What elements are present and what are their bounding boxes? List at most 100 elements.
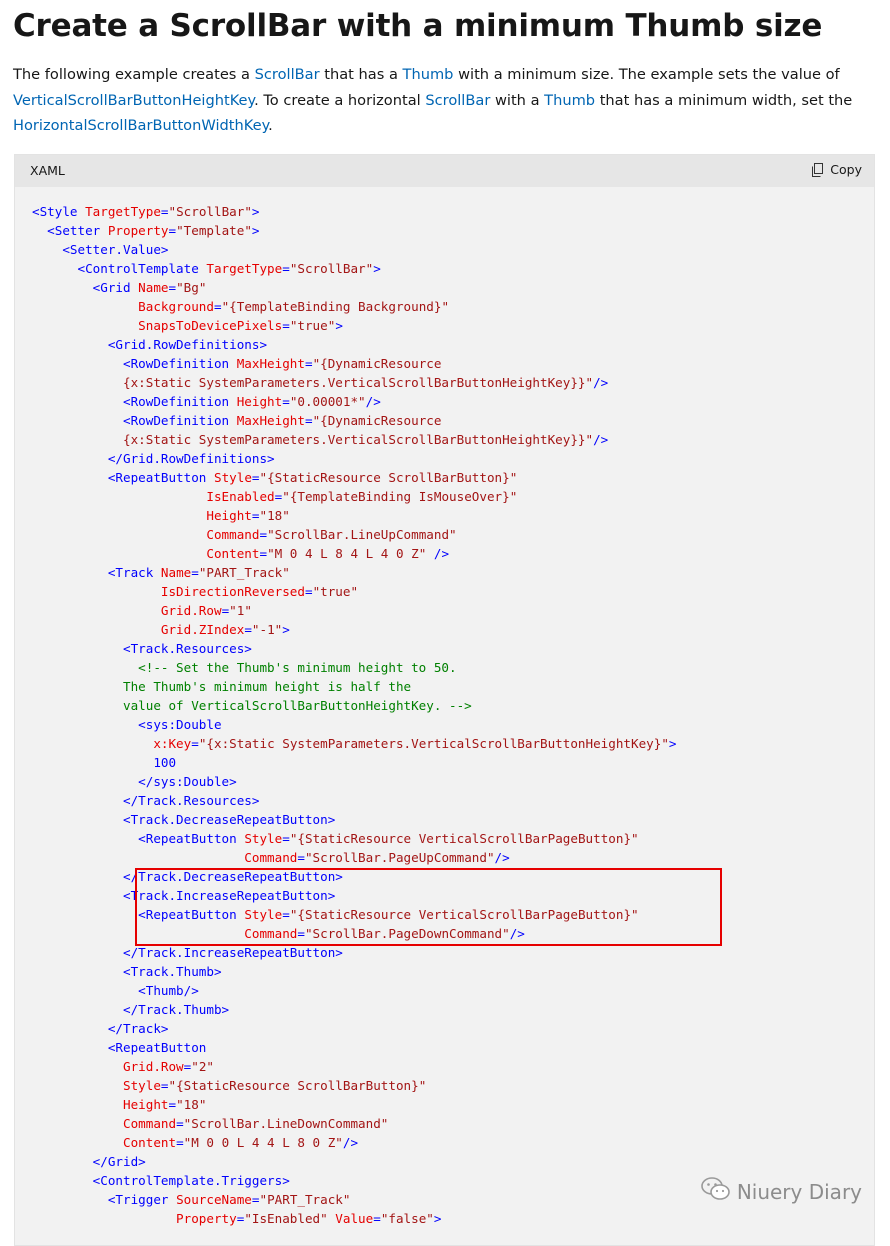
- link-scrollbar[interactable]: ScrollBar: [425, 92, 490, 109]
- code-token: MaxHeight: [236, 413, 305, 428]
- description: The following example creates a ScrollBa…: [13, 62, 873, 139]
- code-line: <RowDefinition MaxHeight="{DynamicResour…: [32, 354, 677, 373]
- code-token: =: [282, 318, 290, 333]
- code-line: <Track.Resources>: [32, 639, 677, 658]
- code-token: </Grid>: [32, 1154, 146, 1169]
- code-token: "Template": [176, 223, 252, 238]
- code-token: <ControlTemplate.Triggers>: [32, 1173, 290, 1188]
- code-token: =: [191, 565, 199, 580]
- code-token: Grid.Row: [32, 603, 222, 618]
- code-line: </sys:Double>: [32, 772, 677, 791]
- code-token: Property: [32, 1211, 237, 1226]
- code-line: Content="M 0 0 L 4 4 L 8 0 Z"/>: [32, 1133, 677, 1152]
- code-token: "2": [191, 1059, 214, 1074]
- code-token: "-1": [251, 622, 283, 637]
- code-line: <Track.DecreaseRepeatButton>: [32, 810, 677, 829]
- code-token: </sys:Double>: [32, 774, 237, 789]
- code-token: =: [168, 1097, 177, 1112]
- code-line: Property="IsEnabled" Value="false">: [32, 1209, 677, 1228]
- link-thumb[interactable]: Thumb: [403, 66, 454, 83]
- link-horizontal-scrollbar-button-width-key[interactable]: HorizontalScrollBarButtonWidthKey: [13, 117, 268, 134]
- code-token: Style: [32, 1078, 161, 1093]
- code-line: Command="ScrollBar.PageUpCommand"/>: [32, 848, 677, 867]
- code-token: >: [251, 223, 260, 238]
- code-line: IsDirectionReversed="true": [32, 582, 677, 601]
- code-token: =: [282, 261, 290, 276]
- code-token: =: [259, 527, 268, 542]
- code-token: "{TemplateBinding Background}": [221, 299, 450, 314]
- code-token: =: [176, 1116, 184, 1131]
- code-line: </Grid.RowDefinitions>: [32, 449, 677, 468]
- link-vertical-scrollbar-button-height-key[interactable]: VerticalScrollBarButtonHeightKey: [13, 92, 254, 109]
- code-token: "M 0 4 L 8 4 L 4 0 Z": [267, 546, 427, 561]
- code-line: {x:Static SystemParameters.VerticalScrol…: [32, 373, 677, 392]
- code-token: "ScrollBar.LineDownCommand": [183, 1116, 389, 1131]
- code-token: </Grid.RowDefinitions>: [32, 451, 275, 466]
- code-token: "M 0 0 L 4 4 L 8 0 Z": [183, 1135, 343, 1150]
- code-token: Style: [213, 470, 252, 485]
- code-token: </Track.Resources>: [32, 793, 260, 808]
- code-token: >: [251, 204, 260, 219]
- code-line: <sys:Double: [32, 715, 677, 734]
- code-token: <Thumb/>: [32, 983, 199, 998]
- code-token: The Thumb's minimum height is half the: [32, 679, 412, 694]
- link-thumb[interactable]: Thumb: [544, 92, 595, 109]
- code-line: </Track>: [32, 1019, 677, 1038]
- code-token: Property: [107, 223, 169, 238]
- code-token: <Track.Thumb>: [32, 964, 222, 979]
- code-line: <Track Name="PART_Track": [32, 563, 677, 582]
- copy-button[interactable]: Copy: [811, 162, 862, 177]
- code-line: </Grid>: [32, 1152, 677, 1171]
- code-line: <Track.Thumb>: [32, 962, 677, 981]
- code-token: SourceName: [176, 1192, 252, 1207]
- page-title: Create a ScrollBar with a minimum Thumb …: [13, 8, 823, 44]
- code-token: <Setter: [32, 223, 108, 238]
- code-token: <Trigger: [32, 1192, 177, 1207]
- code-token: =: [304, 356, 313, 371]
- description-text: that has a: [319, 66, 403, 83]
- code-token: <RowDefinition: [32, 413, 237, 428]
- code-token: "true": [289, 318, 336, 333]
- code-token: <RepeatButton: [32, 831, 245, 846]
- code-line: <ControlTemplate TargetType="ScrollBar">: [32, 259, 677, 278]
- code-token: Height: [32, 508, 252, 523]
- code-line: <RepeatButton: [32, 1038, 677, 1057]
- code-token: <Setter.Value>: [32, 242, 169, 257]
- description-text: .: [268, 117, 273, 134]
- code-token: =: [282, 394, 290, 409]
- description-text: The following example creates a: [13, 66, 255, 83]
- code-token: =: [251, 470, 260, 485]
- code-token: SnapsToDevicePixels: [32, 318, 283, 333]
- code-line: <RepeatButton Style="{StaticResource Ver…: [32, 829, 677, 848]
- code-token: >: [282, 622, 290, 637]
- code-line: <ControlTemplate.Triggers>: [32, 1171, 677, 1190]
- code-line: IsEnabled="{TemplateBinding IsMouseOver}…: [32, 487, 677, 506]
- code-token: <!-- Set the Thumb's minimum height to 5…: [32, 660, 457, 675]
- code-line: Background="{TemplateBinding Background}…: [32, 297, 677, 316]
- code-token: "18": [259, 508, 290, 523]
- code-token: <Track.DecreaseRepeatButton>: [32, 812, 336, 827]
- code-line: <Trigger SourceName="PART_Track": [32, 1190, 677, 1209]
- code-line: <Setter.Value>: [32, 240, 677, 259]
- code-token: Name: [138, 280, 169, 295]
- code-token: Grid.ZIndex: [32, 622, 245, 637]
- code-token: Grid.Row: [32, 1059, 184, 1074]
- code-token: Command: [32, 527, 260, 542]
- code-token: "{StaticResource ScrollBarButton}": [168, 1078, 427, 1093]
- code-token: <Track: [32, 565, 161, 580]
- wechat-icon: [701, 1176, 731, 1207]
- code-line: <Setter Property="Template">: [32, 221, 677, 240]
- code-token: Command: [32, 850, 298, 865]
- code-token: Name: [160, 565, 192, 580]
- code-token: >: [668, 736, 677, 751]
- code-token: MaxHeight: [236, 356, 305, 371]
- code-token: />: [365, 394, 381, 409]
- code-token: <Grid.RowDefinitions>: [32, 337, 268, 352]
- code-token: "1": [229, 603, 252, 618]
- code-token: "{StaticResource ScrollBarButton}": [259, 470, 518, 485]
- code-token: =: [373, 1211, 381, 1226]
- code-line: Grid.Row="2": [32, 1057, 677, 1076]
- code-token: </Track.Thumb>: [32, 1002, 230, 1017]
- link-scrollbar[interactable]: ScrollBar: [255, 66, 320, 83]
- code-token: {x:Static SystemParameters.VerticalScrol…: [32, 375, 594, 390]
